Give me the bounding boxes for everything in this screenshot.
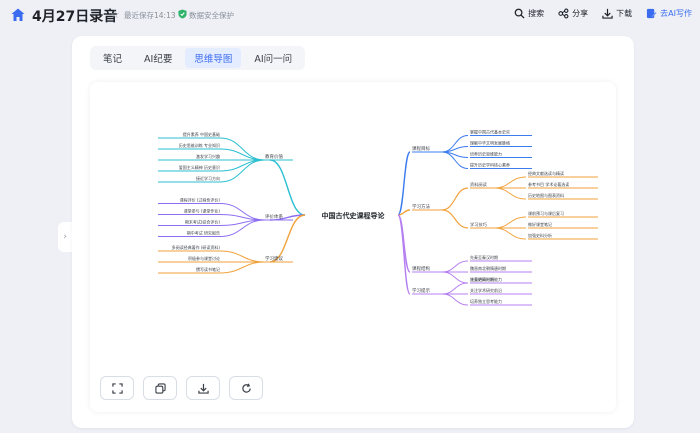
ai-write-label: 去AI写作 xyxy=(660,9,692,18)
search-label: 搜索 xyxy=(528,9,545,18)
mind-map-link-left-2-0 xyxy=(219,250,266,263)
security-label: 数据安全保护 xyxy=(189,11,234,20)
fit-screen-icon xyxy=(111,382,123,394)
mind-map-leaf-left-0-0[interactable]: 提升素养 中国史基础 xyxy=(183,131,220,137)
download-map-button[interactable] xyxy=(186,376,220,400)
mind-map-link-right-1-0-2 xyxy=(493,187,527,200)
mind-map-leaf-left-0-3[interactable]: 爱国主义精神 历史意识 xyxy=(179,164,220,170)
copy-icon xyxy=(154,382,166,394)
mind-map-link-right-2-2 xyxy=(441,271,469,284)
mind-map-link-left-0 xyxy=(269,159,306,216)
refresh-icon xyxy=(241,383,251,393)
mind-map-leaf-left-1-3[interactable]: 期中考试 研究报告 xyxy=(187,230,220,236)
mind-map-link-right-1-0 xyxy=(441,187,469,211)
mind-map-leaf-left-1-0[interactable]: 课程评价 (过程性评价) xyxy=(180,197,221,203)
mind-map-leaf-left-2-1[interactable]: 积极参与课堂讨论 xyxy=(188,255,220,261)
download-icon xyxy=(602,8,613,19)
mind-map-subbranch-right-1-1[interactable]: 学习技巧 xyxy=(470,221,487,228)
mind-map-link-right-3 xyxy=(397,214,411,295)
mind-map-link-right-1-0-0 xyxy=(493,176,527,189)
mind-map-leaf-left-0-1[interactable]: 历史思维训练 专业知识 xyxy=(179,142,220,148)
mind-map-toolbar xyxy=(100,376,263,400)
mind-map-leaf-right-1-1-1[interactable]: 做好课堂笔记 xyxy=(528,221,552,227)
top-actions: 搜索 分享 下载 去AI写作 xyxy=(514,8,692,19)
mind-map-link-left-0-3 xyxy=(219,159,266,172)
mind-map-leaf-right-3-2[interactable]: 培养独立思考能力 xyxy=(470,298,502,304)
mind-map-leaf-left-1-2[interactable]: 期末考试(综合评价) xyxy=(185,219,221,225)
mind-map-leaf-right-1-0-0[interactable]: 经典文献选读与精读 xyxy=(528,170,564,176)
mind-map-branch-right-1[interactable]: 学习方法 xyxy=(412,203,430,210)
mind-map-branch-right-3[interactable]: 学习提示 xyxy=(412,287,430,294)
mind-map-canvas[interactable]: 中国古代史课程导论 教育价值 提升素养 中国史基础 历史思维训练 专业知识激发学习兴趣… xyxy=(90,82,616,412)
mind-map-leaf-right-3-0[interactable]: 注重史料分析能力 xyxy=(470,276,502,282)
ai-write-button[interactable]: 去AI写作 xyxy=(646,8,692,19)
view-tabs: 笔记 AI纪要 思维导图 AI问一问 xyxy=(90,46,306,70)
mind-map-leaf-right-2-1[interactable]: 魏晋南北朝隋唐时期 xyxy=(470,265,506,271)
star-icon[interactable]: ☆ xyxy=(110,8,120,21)
mind-map-link-left-2 xyxy=(269,214,306,263)
tab-notes[interactable]: 笔记 xyxy=(94,48,131,68)
mind-map-leaf-left-0-4[interactable]: 接近学习方向 xyxy=(196,175,220,181)
download-button[interactable]: 下载 xyxy=(602,8,632,19)
mind-map-leaf-left-0-2[interactable]: 激发学习兴趣 xyxy=(196,153,220,159)
sidebar-expand-toggle[interactable]: › xyxy=(58,222,72,252)
tab-ai-qa[interactable]: AI问一问 xyxy=(245,48,301,68)
copy-button[interactable] xyxy=(143,376,177,400)
mind-map[interactable]: 中国古代史课程导论 教育价值 提升素养 中国史基础历史思维训练 专业知识激发学习兴趣… xyxy=(90,82,616,412)
mind-map-leaf-right-2-0[interactable]: 先秦至秦汉时期 xyxy=(470,254,498,260)
mind-map-subbranch-right-1-0[interactable]: 资料阅读 xyxy=(470,181,487,188)
mind-map-link-left-2-2 xyxy=(219,261,266,274)
mind-map-branch-left-0[interactable]: 教育价值 xyxy=(265,153,283,160)
fit-screen-button[interactable] xyxy=(100,376,134,400)
shield-icon xyxy=(178,9,187,19)
mind-map-leaf-right-1-0-2[interactable]: 历史地图与图表资料 xyxy=(528,192,564,198)
share-label: 分享 xyxy=(572,9,589,18)
mind-map-leaf-right-0-2[interactable]: 培养历史思维能力 xyxy=(470,151,502,157)
mind-map-link-right-0 xyxy=(397,151,411,216)
mind-map-link-right-1-1-2 xyxy=(493,227,527,240)
home-icon[interactable] xyxy=(10,7,26,23)
tab-ai-summary[interactable]: AI纪要 xyxy=(135,48,181,68)
top-bar: 4月27日录音 ☆ 最近保存14:13 数据安全保护 搜索 分享 下载 去AI写… xyxy=(0,0,700,30)
search-button[interactable]: 搜索 xyxy=(514,8,544,19)
mind-map-leaf-right-0-0[interactable]: 掌握中国古代基本史实 xyxy=(470,129,510,135)
mind-map-leaf-right-1-1-2[interactable]: 加强史料分析 xyxy=(528,232,552,238)
mind-map-leaf-right-1-1-0[interactable]: 课前预习与课后复习 xyxy=(528,210,564,216)
mind-map-branch-right-0[interactable]: 课程目标 xyxy=(412,145,430,152)
refresh-button[interactable] xyxy=(229,376,263,400)
save-status: 最近保存14:13 xyxy=(124,11,176,20)
mind-map-leaf-right-0-3[interactable]: 提升历史学科核心素养 xyxy=(470,162,510,168)
mind-map-branch-left-1[interactable]: 评价体系 xyxy=(265,213,283,220)
mind-map-link-right-2-0 xyxy=(441,260,469,273)
search-icon xyxy=(514,8,525,19)
mind-map-branch-right-2[interactable]: 课程结构 xyxy=(412,265,430,272)
chevron-right-icon: › xyxy=(63,232,67,242)
mind-map-leaf-left-2-2[interactable]: 撰写读书笔记 xyxy=(196,266,220,272)
share-icon xyxy=(558,8,569,19)
mind-map-leaf-right-0-1[interactable]: 理解中华文明发展脉络 xyxy=(470,140,510,146)
share-button[interactable]: 分享 xyxy=(558,8,588,19)
mind-map-link-right-1-1 xyxy=(441,209,469,229)
mind-map-leaf-left-1-1[interactable]: 课堂参与 (课堂作业) xyxy=(184,208,221,214)
document-title[interactable]: 4月27日录音 xyxy=(32,6,117,26)
tab-mind-map[interactable]: 思维导图 xyxy=(185,48,242,68)
mind-map-leaf-left-2-0[interactable]: 多阅读经典著作 (研读资料) xyxy=(172,244,221,250)
download-icon xyxy=(197,383,209,394)
mind-map-link-right-3-2 xyxy=(441,293,469,306)
download-label: 下载 xyxy=(616,9,633,18)
ai-write-icon xyxy=(647,8,657,19)
mind-map-root[interactable]: 中国古代史课程导论 xyxy=(322,211,386,220)
mind-map-link-right-1-1-0 xyxy=(493,216,527,229)
mind-map-link-right-3-0 xyxy=(441,282,469,295)
mind-map-link-left-0-1 xyxy=(219,148,266,161)
mind-map-leaf-right-3-1[interactable]: 关注学术研究前沿 xyxy=(470,287,502,293)
mind-map-leaf-right-1-0-1[interactable]: 参考书目 学术论著选读 xyxy=(528,181,569,187)
mind-map-branch-left-2[interactable]: 学习建议 xyxy=(265,255,283,262)
